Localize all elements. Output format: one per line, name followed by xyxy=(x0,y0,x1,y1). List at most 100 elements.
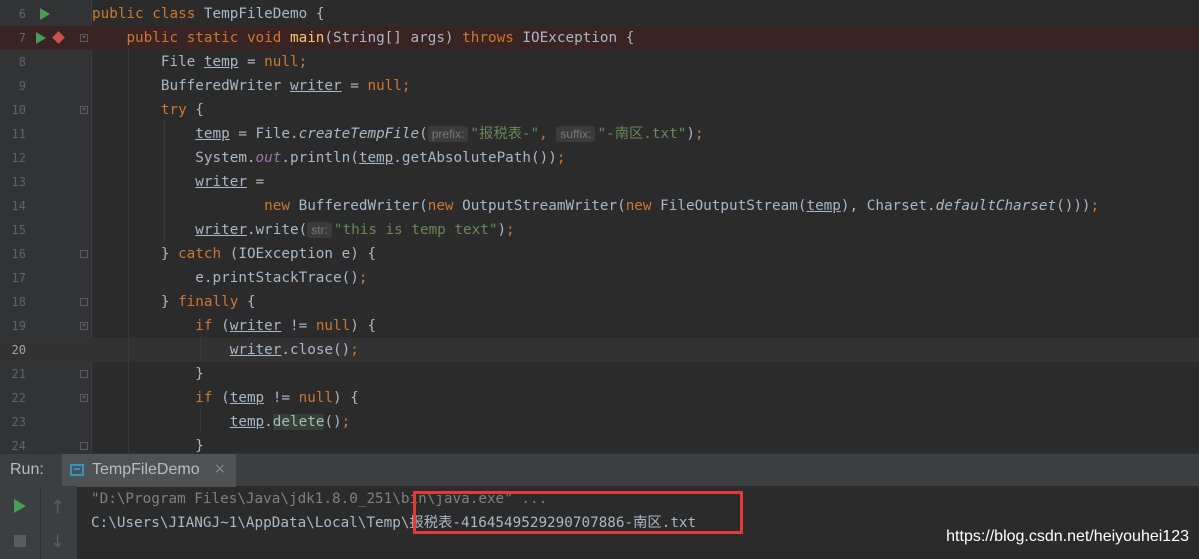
code-token: temp xyxy=(358,150,394,166)
fold-icon[interactable] xyxy=(80,106,88,114)
fold-icon[interactable] xyxy=(80,394,88,402)
code-token: delete xyxy=(272,414,325,430)
code-token: temp xyxy=(806,198,841,214)
run-gutter-icon[interactable] xyxy=(36,32,46,44)
code-token: class xyxy=(152,6,196,22)
code-token: new xyxy=(625,198,652,214)
line-number: 23 xyxy=(11,415,26,429)
code-text: } finally { xyxy=(92,290,256,314)
code-text: if (writer != null) { xyxy=(92,314,376,338)
code-line[interactable]: 16 } catch (IOException e) { xyxy=(0,242,1199,266)
line-number: 7 xyxy=(18,31,26,45)
scroll-down-icon[interactable]: ↓ xyxy=(50,531,65,552)
code-line[interactable]: 18 } finally { xyxy=(0,290,1199,314)
code-editor[interactable]: 6 public class TempFileDemo {7 public sta… xyxy=(0,0,1199,453)
code-token: { xyxy=(238,294,256,310)
stop-button[interactable] xyxy=(14,535,26,547)
fold-icon[interactable] xyxy=(80,34,88,42)
code-line[interactable]: 21 } xyxy=(0,362,1199,386)
fold-icon[interactable] xyxy=(80,442,88,450)
line-number: 18 xyxy=(11,295,26,309)
fold-icon[interactable] xyxy=(80,370,88,378)
parameter-hint: prefix: xyxy=(427,126,469,142)
code-token: public static void xyxy=(126,30,282,46)
code-line[interactable]: 19 if (writer != null) { xyxy=(0,314,1199,338)
code-line[interactable]: 13 writer = xyxy=(0,170,1199,194)
code-line[interactable]: 7 public static void main(String[] args)… xyxy=(0,26,1199,50)
code-line[interactable]: 8 File temp = null; xyxy=(0,50,1199,74)
code-token: writer xyxy=(195,174,247,190)
code-line[interactable]: 17 e.printStackTrace(); xyxy=(0,266,1199,290)
line-number: 8 xyxy=(18,55,26,69)
code-line[interactable]: 23 temp.delete(); xyxy=(0,410,1199,434)
indent-guide xyxy=(128,48,129,453)
rerun-button[interactable] xyxy=(14,499,26,513)
line-number: 14 xyxy=(11,199,26,213)
code-token: .getAbsolutePath()) xyxy=(393,150,557,166)
code-token: ())) xyxy=(1056,198,1091,214)
code-token: defaultCharset xyxy=(935,198,1057,214)
code-token: writer xyxy=(289,78,342,94)
code-text: new BufferedWriter(new OutputStreamWrite… xyxy=(92,194,1099,218)
code-token: writer xyxy=(195,222,247,238)
run-tab-tempfiledemo[interactable]: TempFileDemo × xyxy=(62,454,236,487)
code-token: finally xyxy=(178,294,239,310)
fold-icon[interactable] xyxy=(80,298,88,306)
code-token: main xyxy=(289,30,325,46)
code-token: = xyxy=(238,54,265,70)
code-token: ; xyxy=(506,222,515,238)
code-text: File temp = null; xyxy=(92,50,307,74)
code-token: System. xyxy=(92,150,256,166)
console-icon xyxy=(70,464,84,476)
code-token: .println( xyxy=(281,150,359,166)
code-token: ; xyxy=(298,54,308,70)
code-line[interactable]: 22 if (temp != null) { xyxy=(0,386,1199,410)
line-number: 21 xyxy=(11,367,26,381)
code-token: if xyxy=(195,318,213,334)
code-token: BufferedWriter( xyxy=(289,198,428,214)
scroll-up-icon[interactable]: ↑ xyxy=(50,497,65,518)
fold-icon[interactable] xyxy=(80,322,88,330)
code-text: e.printStackTrace(); xyxy=(92,266,367,290)
code-token: new xyxy=(264,198,290,214)
code-token: { xyxy=(186,102,204,118)
code-token: ), Charset. xyxy=(840,198,936,214)
code-token: writer xyxy=(229,318,282,334)
code-token: ) { xyxy=(350,318,377,334)
code-line[interactable]: 20 writer.close(); xyxy=(0,338,1199,362)
code-line[interactable]: 12 System.out.println(temp.getAbsolutePa… xyxy=(0,146,1199,170)
breakpoint-icon[interactable] xyxy=(52,31,65,44)
code-line[interactable]: 24 } xyxy=(0,434,1199,453)
code-token: . xyxy=(264,414,273,430)
line-number: 9 xyxy=(18,79,26,93)
run-gutter-icon[interactable] xyxy=(40,8,50,20)
code-token: ) xyxy=(686,126,695,142)
code-token: ; xyxy=(358,270,368,286)
parameter-hint: str: xyxy=(307,222,332,238)
code-line[interactable]: 10 try { xyxy=(0,98,1199,122)
code-line[interactable]: 15 writer.write(str: "this is temp text")… xyxy=(0,218,1199,242)
code-line[interactable]: 11 temp = File.createTempFile(prefix: "报税… xyxy=(0,122,1199,146)
code-token: BufferedWriter xyxy=(92,78,290,94)
code-token: public xyxy=(92,6,144,22)
code-token: ( xyxy=(212,390,230,406)
code-token: if xyxy=(195,390,213,406)
code-line[interactable]: 9 BufferedWriter writer = null; xyxy=(0,74,1199,98)
line-number: 20 xyxy=(11,343,26,357)
indent-guide xyxy=(200,408,201,432)
code-line[interactable]: 14 new BufferedWriter(new OutputStreamWr… xyxy=(0,194,1199,218)
close-icon[interactable]: × xyxy=(214,461,226,477)
fold-icon[interactable] xyxy=(80,250,88,258)
code-token: catch xyxy=(178,246,222,262)
code-token: = xyxy=(341,78,368,94)
code-line[interactable]: 6 public class TempFileDemo { xyxy=(0,2,1199,26)
line-number: 6 xyxy=(18,7,26,21)
code-token: != xyxy=(281,318,316,334)
